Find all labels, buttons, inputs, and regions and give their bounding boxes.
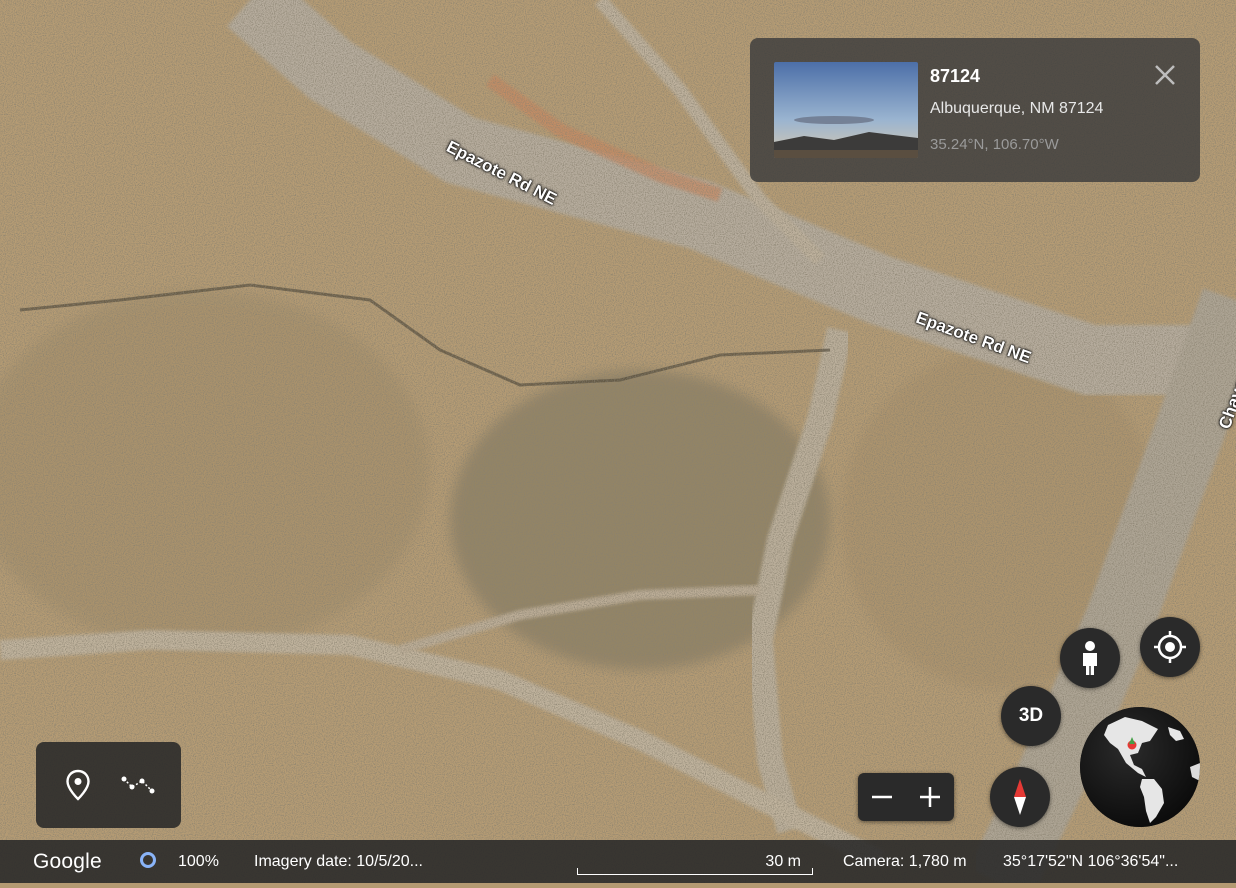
location-title: 87124 [930, 66, 981, 86]
path-measure-icon[interactable] [120, 767, 156, 803]
loading-percent: 100% [178, 853, 219, 870]
location-address: Albuquerque, NM 87124 [930, 100, 1104, 117]
globe-icon[interactable] [1080, 707, 1200, 827]
zoom-controls [858, 773, 954, 821]
scale-label: 30 m [765, 853, 801, 870]
location-pin-icon[interactable] [60, 767, 96, 803]
camera-altitude: Camera: 1,780 m [843, 853, 967, 870]
location-coordinates: 35.24°N, 106.70°W [930, 136, 1059, 153]
close-icon[interactable] [1150, 60, 1180, 90]
imagery-date[interactable]: Imagery date: 10/5/20... [254, 840, 423, 883]
my-location-icon[interactable] [1140, 617, 1200, 677]
location-photo-thumbnail[interactable] [774, 62, 918, 158]
street-view-person-icon[interactable] [1060, 628, 1120, 688]
scale-bar[interactable]: 30 m [577, 840, 813, 883]
view-3d-label: 3D [1018, 705, 1044, 726]
view-3d-button[interactable]: 3D [1001, 686, 1061, 746]
zoom-out-button[interactable] [858, 773, 906, 821]
zoom-in-button[interactable] [906, 773, 954, 821]
location-info-card[interactable]: 87124 Albuquerque, NM 87124 35.24°N, 106… [750, 38, 1200, 182]
cursor-coordinates[interactable]: 35°17'52"N 106°36'54"... [1003, 840, 1178, 883]
drawing-tools-panel [36, 742, 181, 828]
google-logo: Google [33, 850, 102, 873]
compass-icon[interactable] [990, 767, 1050, 827]
loading-status-icon [140, 852, 156, 868]
status-bar: Google 100% Imagery date: 10/5/20... 30 … [0, 840, 1236, 883]
